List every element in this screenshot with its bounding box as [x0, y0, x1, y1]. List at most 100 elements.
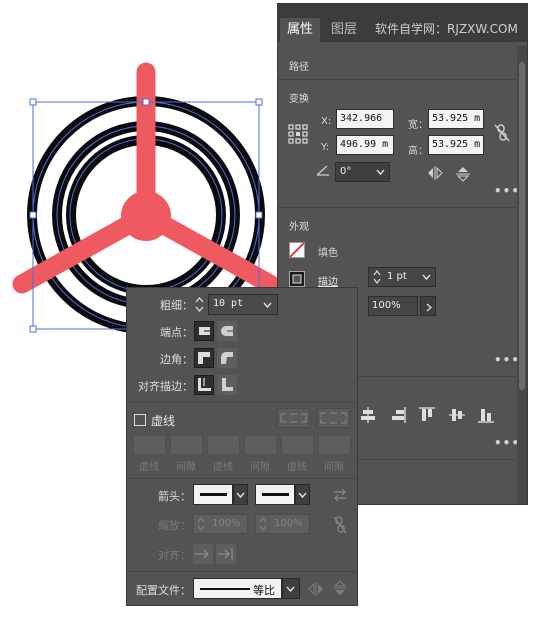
- y-field[interactable]: 496.99 m: [336, 135, 394, 155]
- weight-label: 粗细：: [160, 299, 193, 312]
- flip-along-icon[interactable]: [308, 582, 324, 596]
- end-arrowhead-swatch: [255, 484, 295, 505]
- start-scale-field[interactable]: 100%: [193, 514, 248, 534]
- appearance-title: 外观: [289, 222, 309, 233]
- divider: [127, 478, 357, 479]
- align-stroke-label: 对齐描边：: [138, 380, 193, 393]
- angle-icon: [316, 165, 329, 176]
- miter-join-button[interactable]: [194, 348, 214, 368]
- dash-field-1[interactable]: [133, 435, 166, 455]
- corner-label: 边角：: [160, 353, 193, 366]
- dash-label-1: 虚线: [139, 462, 159, 473]
- arrow-tip-end-icon: [218, 548, 233, 560]
- chevron-down-icon: [236, 492, 245, 499]
- stepper-icon[interactable]: [373, 270, 381, 284]
- reference-point-icon[interactable]: [288, 124, 308, 144]
- handle-top-center[interactable]: [142, 98, 150, 106]
- preserve-dash-button[interactable]: [277, 408, 310, 428]
- flip-horizontal-icon[interactable]: [427, 166, 443, 180]
- gap-label-3: 间隙: [324, 462, 344, 473]
- link-scale-icon[interactable]: [333, 516, 347, 534]
- chevron-down-icon: [298, 492, 307, 499]
- end-scale-value: 100%: [274, 518, 303, 529]
- chevron-down-icon: [263, 302, 272, 309]
- panel-scrollbar[interactable]: [517, 46, 527, 504]
- cap-label: 端点：: [160, 326, 193, 339]
- start-arrowhead-swatch: [193, 484, 233, 505]
- flip-vertical-icon[interactable]: [456, 166, 470, 182]
- align-bottom-icon[interactable]: [478, 407, 494, 423]
- divider: [278, 79, 516, 80]
- width-label: 宽：: [408, 120, 428, 131]
- round-cap-icon: [221, 326, 235, 336]
- swap-arrowheads-icon[interactable]: [332, 488, 348, 502]
- scrollbar-thumb[interactable]: [519, 62, 525, 390]
- align-top-icon[interactable]: [419, 407, 435, 423]
- weight-dropdown[interactable]: 10 pt: [208, 294, 278, 315]
- dash-field-3[interactable]: [281, 435, 314, 455]
- round-join-icon: [221, 352, 233, 364]
- opacity-expand-button[interactable]: [420, 296, 436, 316]
- height-field[interactable]: 53.925 m: [428, 135, 484, 155]
- tab-layers[interactable]: 图层: [324, 18, 364, 42]
- start-scale-value: 100%: [212, 518, 241, 529]
- stroke-label[interactable]: 描边: [318, 273, 338, 288]
- butt-cap-button[interactable]: [194, 321, 214, 341]
- align-horizontal-center-icon[interactable]: [360, 407, 376, 423]
- end-arrowhead-dropdown[interactable]: [255, 484, 310, 505]
- align-dash-corners-button[interactable]: [317, 408, 350, 428]
- appearance-stroke-weight[interactable]: 1 pt: [368, 267, 436, 287]
- handle-middle-right[interactable]: [255, 211, 263, 219]
- preserve-dash-icon: [280, 413, 307, 423]
- dashed-line-label: 虚线: [151, 414, 176, 428]
- handle-top-right[interactable]: [255, 98, 263, 106]
- constrain-proportions-icon[interactable]: [494, 123, 510, 143]
- align-right-icon[interactable]: [390, 407, 406, 423]
- gap-label-1: 间隙: [176, 462, 196, 473]
- divider: [127, 571, 357, 572]
- chevron-down-icon: [286, 586, 295, 593]
- align-dash-corners-icon: [320, 412, 347, 424]
- weight-value: 10 pt: [213, 298, 244, 309]
- gap-field-3[interactable]: [318, 435, 351, 455]
- opacity-field[interactable]: 100%: [368, 296, 418, 316]
- align-stroke-inside-button[interactable]: [217, 375, 237, 395]
- weight-control[interactable]: 10 pt: [194, 294, 278, 315]
- angle-dropdown[interactable]: 0°: [335, 162, 390, 182]
- propeller-hub[interactable]: [121, 191, 171, 241]
- panel-tab-bar: 属性 图层 软件自学网：RJZXW.COM: [278, 4, 527, 42]
- stroke-swatch-icon[interactable]: [289, 271, 305, 287]
- start-arrowhead-dropdown[interactable]: [193, 484, 248, 505]
- align-stroke-center-button[interactable]: [194, 375, 214, 395]
- profile-dropdown[interactable]: 等比: [193, 578, 300, 599]
- flip-across-icon[interactable]: [333, 580, 347, 596]
- stepper-icon[interactable]: [195, 297, 204, 312]
- gap-field-2[interactable]: [244, 435, 277, 455]
- handle-bottom-left[interactable]: [29, 325, 37, 333]
- end-scale-field[interactable]: 100%: [255, 514, 310, 534]
- gap-field-1[interactable]: [170, 435, 203, 455]
- profile-swatch: 等比: [193, 578, 282, 599]
- appearance-stroke-weight-value: 1 pt: [387, 271, 407, 282]
- transform-title: 变换: [289, 94, 309, 105]
- opacity-value: 100%: [372, 300, 401, 311]
- round-join-button[interactable]: [217, 348, 237, 368]
- align-vertical-center-icon[interactable]: [449, 407, 465, 423]
- dash-field-2[interactable]: [207, 435, 240, 455]
- tab-properties[interactable]: 属性: [280, 18, 320, 42]
- arrow-place-button[interactable]: [216, 544, 236, 564]
- arrowhead-label: 箭头：: [158, 490, 191, 503]
- dashed-line-checkbox[interactable]: [134, 414, 146, 426]
- scale-label: 缩放：: [158, 519, 191, 532]
- width-field[interactable]: 53.925 m: [428, 109, 484, 129]
- fill-none-swatch-icon[interactable]: [289, 242, 305, 258]
- x-field[interactable]: 342.966: [336, 109, 394, 129]
- divider: [127, 402, 357, 403]
- handle-middle-left[interactable]: [29, 211, 37, 219]
- x-label: X:: [321, 116, 332, 127]
- stroke-panel: 粗细： 10 pt 端点： 边角： 对齐描边： 虚线 虚线 间隙 虚线 间隙 虚…: [126, 287, 358, 606]
- arrow-extend-button[interactable]: [193, 544, 213, 564]
- round-cap-button[interactable]: [217, 321, 237, 341]
- handle-top-left[interactable]: [29, 98, 37, 106]
- dash-label-3: 虚线: [287, 462, 307, 473]
